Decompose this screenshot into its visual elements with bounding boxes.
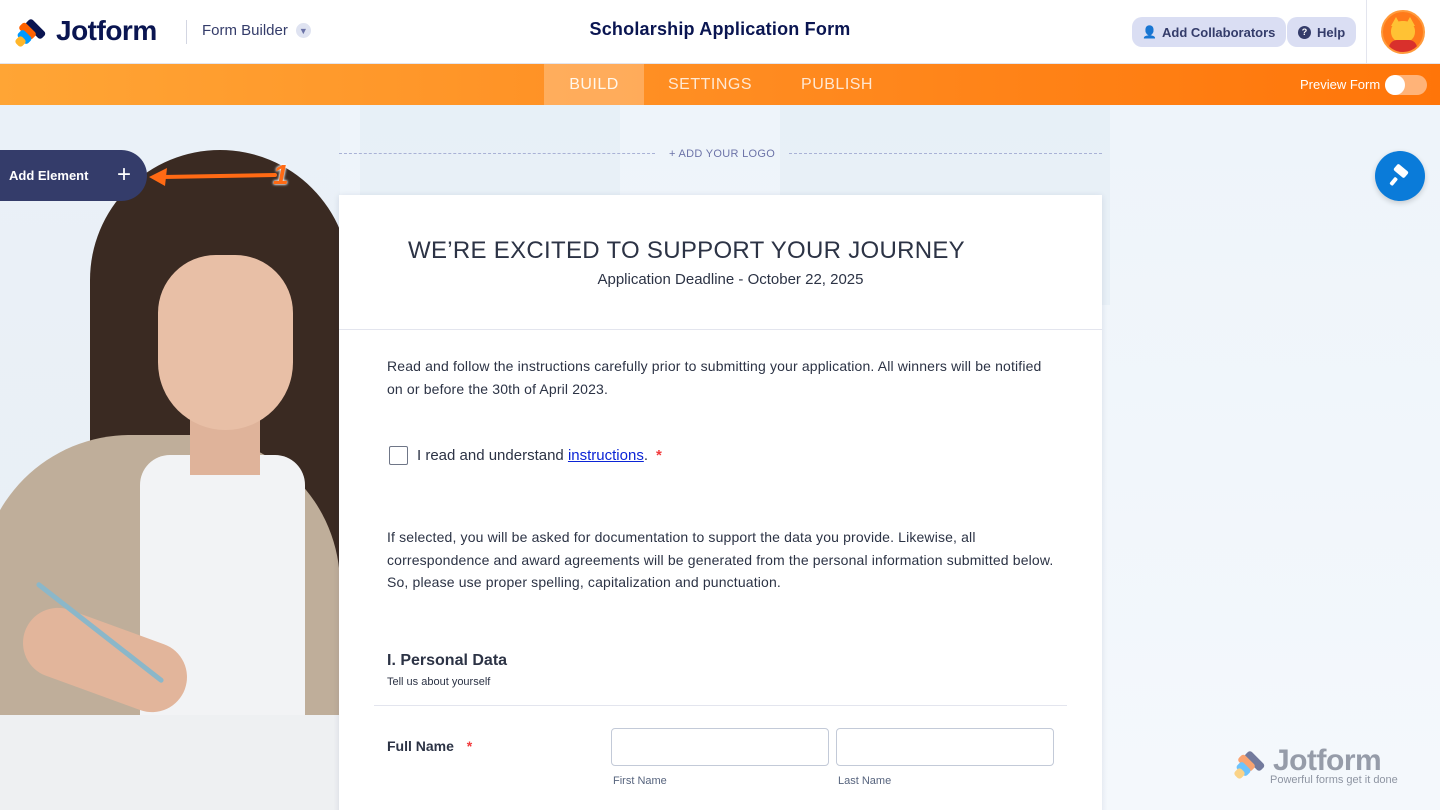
brand-name: Jotform <box>56 15 157 46</box>
question-icon: ? <box>1298 25 1311 39</box>
checkbox-label-suffix: . <box>643 447 648 464</box>
required-asterisk: * <box>656 447 662 464</box>
preview-form-label: Preview Form <box>1300 77 1381 92</box>
header-divider <box>186 20 187 44</box>
annotation-arrow-icon <box>149 168 277 186</box>
add-element-label: Add Element <box>9 168 89 183</box>
logo-dashed-line <box>339 153 655 154</box>
toggle-knob <box>1385 75 1405 95</box>
avatar[interactable] <box>1381 10 1425 54</box>
watermark-tagline: Powerful forms get it done <box>1270 774 1398 786</box>
notice-paragraph[interactable]: If selected, you will be asked for docum… <box>387 526 1057 594</box>
help-label: Help <box>1317 24 1346 40</box>
form-builder-label: Form Builder <box>202 22 288 39</box>
form-builder-menu[interactable]: Form Builder ▼ <box>202 22 311 39</box>
instructions-checkbox-field[interactable]: I read and understand instructions . * <box>389 446 662 465</box>
first-name-sublabel: First Name <box>613 775 667 787</box>
instructions-link[interactable]: instructions <box>568 447 644 464</box>
last-name-input[interactable] <box>836 728 1054 766</box>
jotform-watermark-icon <box>1233 748 1266 780</box>
jotform-logo-icon <box>14 16 47 48</box>
tab-settings[interactable]: SETTINGS <box>644 64 776 105</box>
required-asterisk: * <box>466 738 473 754</box>
form-header[interactable]: WE’RE EXCITED TO SUPPORT YOUR JOURNEY Ap… <box>339 195 1102 330</box>
checkbox-label-prefix: I read and understand <box>417 447 568 464</box>
form-card: WE’RE EXCITED TO SUPPORT YOUR JOURNEY Ap… <box>339 195 1102 810</box>
annotation-number: 1 <box>273 159 289 190</box>
section-subtitle: Tell us about yourself <box>387 676 491 688</box>
header-divider-right <box>1366 0 1367 64</box>
last-name-sublabel: Last Name <box>838 775 892 787</box>
plus-icon: + <box>116 161 131 188</box>
form-designer-button[interactable] <box>1375 151 1425 201</box>
add-logo-button[interactable]: + ADD YOUR LOGO <box>669 148 775 160</box>
section-title[interactable]: I. Personal Data <box>387 652 507 670</box>
builder-nav: BUILD SETTINGS PUBLISH Preview Form <box>0 64 1440 105</box>
tab-publish[interactable]: PUBLISH <box>776 64 898 105</box>
section-divider <box>374 705 1067 706</box>
full-name-label-text: Full Name <box>387 738 454 754</box>
chevron-down-icon: ▼ <box>295 23 311 38</box>
instructions-checkbox[interactable] <box>389 446 408 465</box>
logo-dashed-line <box>789 153 1102 154</box>
jotform-logo[interactable]: Jotform <box>14 15 157 48</box>
form-headline: WE’RE EXCITED TO SUPPORT YOUR JOURNEY <box>408 237 965 264</box>
preview-form-toggle[interactable] <box>1385 75 1427 95</box>
full-name-label: Full Name * <box>387 738 472 754</box>
add-collaborators-label: Add Collaborators <box>1162 24 1276 40</box>
add-collaborators-button[interactable]: 👤 Add Collaborators <box>1132 17 1287 47</box>
background-photo-student <box>0 105 340 810</box>
help-button[interactable]: ? Help <box>1287 17 1357 47</box>
watermark-brand: Jotform <box>1273 744 1382 777</box>
paint-roller-icon <box>1389 164 1409 186</box>
intro-paragraph[interactable]: Read and follow the instructions careful… <box>387 355 1057 400</box>
add-element-button[interactable]: Add Element + <box>0 150 147 201</box>
form-title[interactable]: Scholarship Application Form <box>590 19 851 39</box>
top-header: Jotform Form Builder ▼ Scholarship Appli… <box>0 0 1440 64</box>
user-icon: 👤 <box>1142 25 1157 39</box>
form-subheadline: Application Deadline - October 22, 2025 <box>597 271 864 288</box>
first-name-input[interactable] <box>611 728 829 766</box>
tab-build[interactable]: BUILD <box>544 64 644 105</box>
